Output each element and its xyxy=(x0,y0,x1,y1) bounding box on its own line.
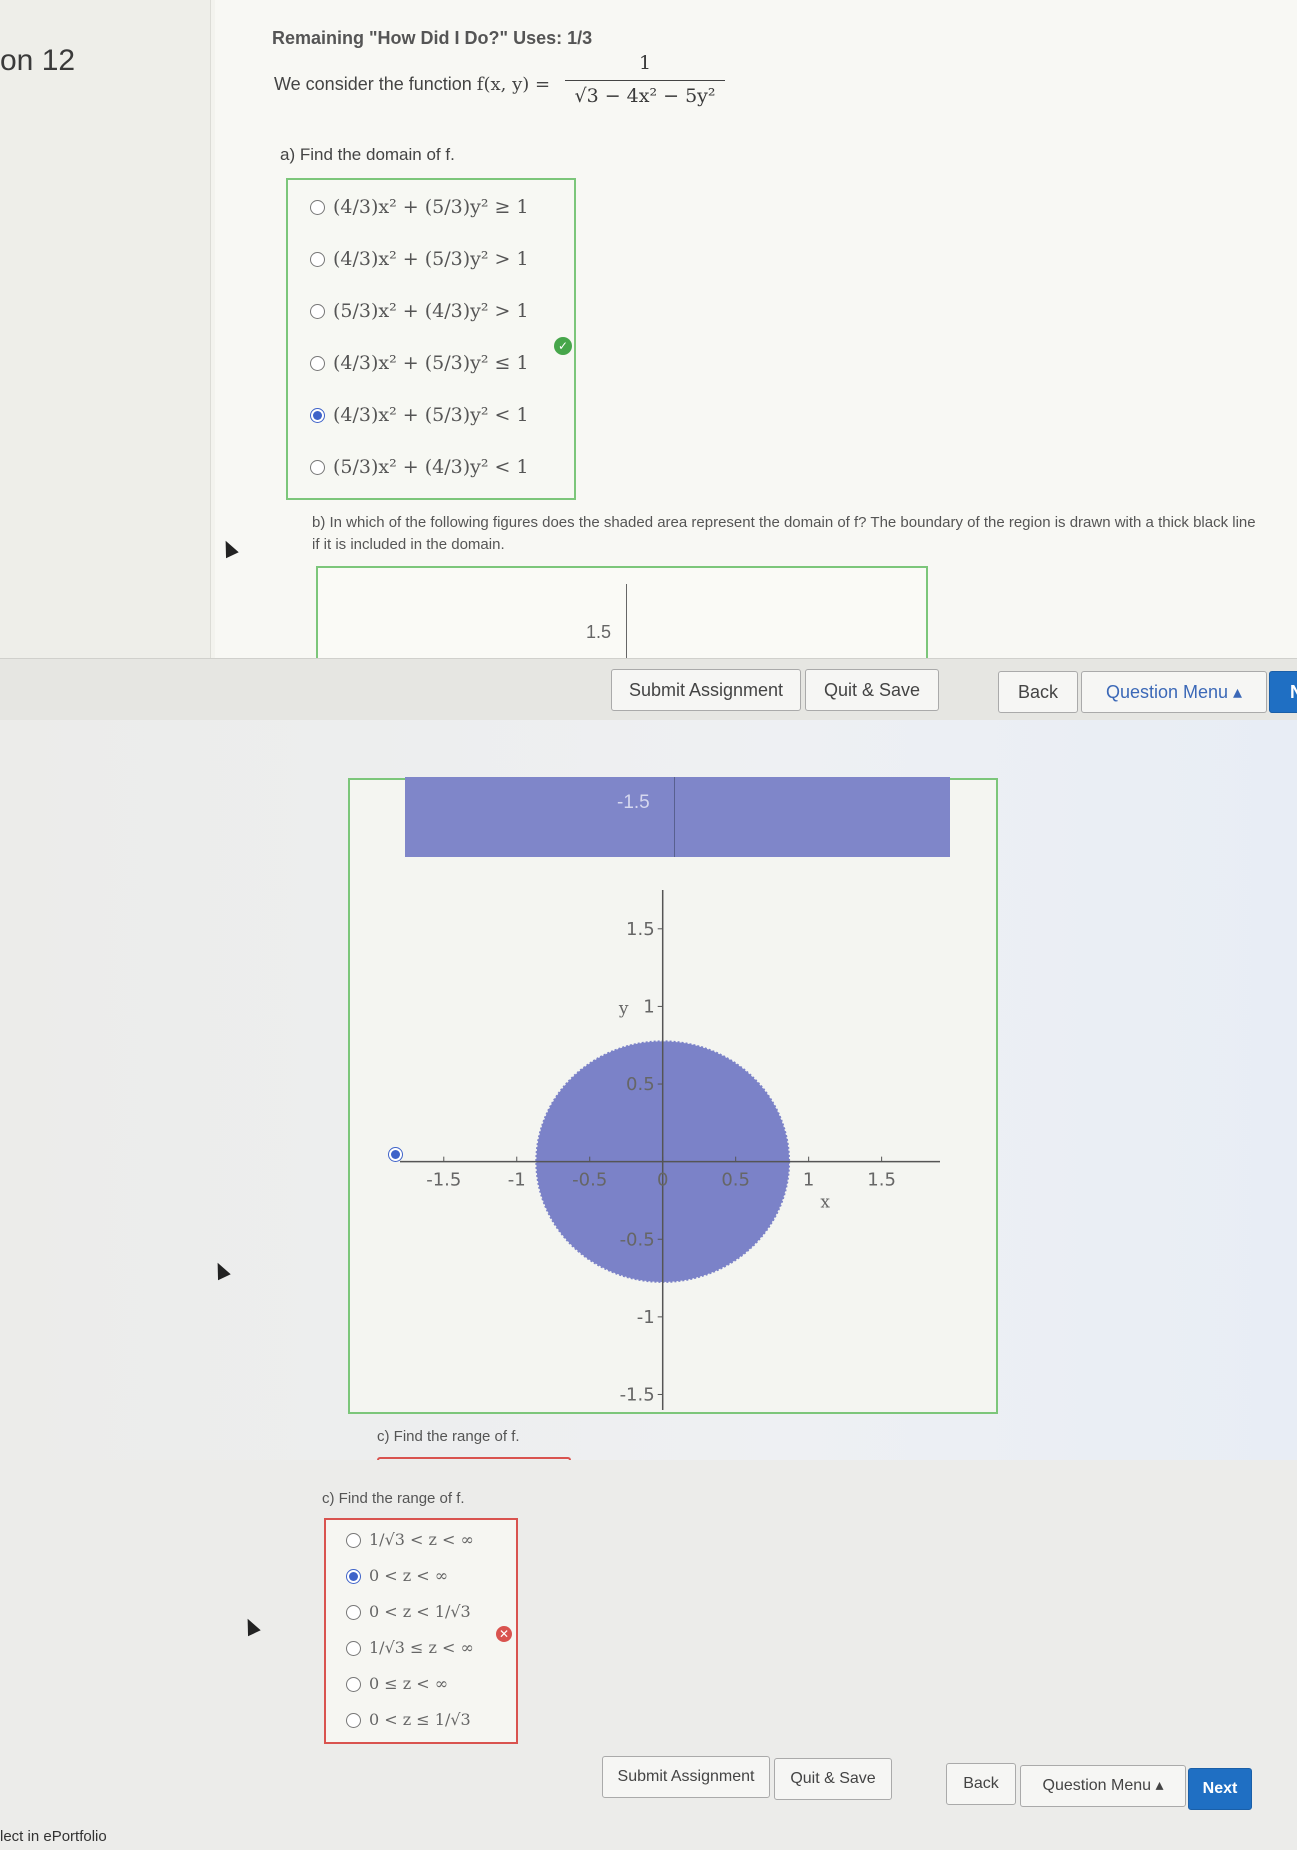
band-y-axis xyxy=(674,777,675,857)
part-c-prompt: c) Find the range of f. xyxy=(322,1490,465,1507)
radio-button[interactable] xyxy=(346,1533,361,1549)
back-button[interactable]: Back xyxy=(946,1763,1016,1805)
radio-button[interactable] xyxy=(310,356,325,372)
left-sidebar: on 12 xyxy=(0,0,211,660)
radio-button[interactable] xyxy=(310,460,325,476)
part-b-prompt: b) In which of the following figures doe… xyxy=(312,514,1256,553)
shaded-band xyxy=(405,777,950,857)
question-menu-button[interactable]: Question Menu ▴ xyxy=(1020,1765,1186,1807)
fraction-denominator: √3 − 4x² − 5y² xyxy=(574,85,716,107)
part-c-option[interactable]: 1/√3 ≤ z < ∞ xyxy=(346,1638,474,1658)
submit-assignment-button[interactable]: Submit Assignment xyxy=(602,1756,770,1798)
part-c-option[interactable]: 0 < z < 1/√3 xyxy=(346,1602,471,1622)
x-tick-label: 0 xyxy=(657,1170,668,1191)
part-a-option[interactable]: (4/3)x² + (5/3)y² > 1 xyxy=(310,248,529,271)
radio-button[interactable] xyxy=(346,1641,361,1657)
y-tick-label: 0.5 xyxy=(626,1074,655,1095)
graph-y-axis xyxy=(626,584,627,660)
radio-button[interactable] xyxy=(346,1713,361,1729)
part-a-answer-box: (4/3)x² + (5/3)y² ≥ 1 (4/3)x² + (5/3)y² … xyxy=(286,178,576,500)
y-tick-label: -0.5 xyxy=(620,1229,655,1250)
x-tick-label: 1.5 xyxy=(867,1170,896,1191)
toolbar: Submit Assignment Quit & Save Back Quest… xyxy=(0,658,1297,722)
radio-button[interactable] xyxy=(346,1605,361,1621)
quit-save-button[interactable]: Quit & Save xyxy=(805,669,939,711)
x-tick-label: 1 xyxy=(803,1170,814,1191)
radio-button[interactable] xyxy=(310,200,325,216)
function-statement: We consider the function f(x, y) = xyxy=(274,74,550,95)
part-c-option[interactable]: 0 < z ≤ 1/√3 xyxy=(346,1710,471,1730)
question-number: on 12 xyxy=(0,44,76,77)
part-a-option-selected[interactable]: (4/3)x² + (5/3)y² < 1 xyxy=(310,404,529,427)
radio-button[interactable] xyxy=(346,1677,361,1693)
y-tick-label: 1 xyxy=(643,996,654,1017)
function-fraction: 1 √3 − 4x² − 5y² xyxy=(565,52,725,107)
part-a-option[interactable]: (5/3)x² + (4/3)y² < 1 xyxy=(310,456,529,479)
part-c-option[interactable]: 1/√3 < z < ∞ xyxy=(346,1530,474,1550)
eportfolio-link[interactable]: lect in ePortfolio xyxy=(0,1828,107,1845)
part-a-option[interactable]: (4/3)x² + (5/3)y² ≥ 1 xyxy=(310,196,529,219)
quit-save-button[interactable]: Quit & Save xyxy=(774,1758,892,1800)
radio-button[interactable] xyxy=(310,304,325,320)
correct-check-icon: ✓ xyxy=(554,337,572,355)
fraction-numerator: 1 xyxy=(638,52,652,74)
y-tick-label: 1.5 xyxy=(626,919,655,940)
y-tick-label: -1.5 xyxy=(620,1384,655,1405)
x-tick-label: -0.5 xyxy=(572,1170,607,1191)
x-axis-label: x xyxy=(820,1193,830,1213)
question-menu-button[interactable]: Question Menu ▴ xyxy=(1081,671,1267,713)
next-button[interactable]: N xyxy=(1269,671,1297,713)
domain-graph: -1.5 -1 -0.5 0 0.5 1 1.5 1.5 1 0.5 -0.5 -1 -1.5 x y xyxy=(400,890,940,1410)
part-a-prompt: a) Find the domain of f. xyxy=(280,145,455,164)
part-b-answer-box xyxy=(316,566,928,662)
incorrect-x-icon: ✕ xyxy=(496,1626,512,1642)
function-lhs: f(x, y) = xyxy=(476,74,551,95)
part-a-option[interactable]: (5/3)x² + (4/3)y² > 1 xyxy=(310,300,529,323)
y-axis-label: y xyxy=(618,999,629,1019)
radio-button[interactable] xyxy=(310,252,325,268)
x-tick-label: -1.5 xyxy=(426,1170,461,1191)
remaining-uses: Remaining "How Did I Do?" Uses: 1/3 xyxy=(272,28,593,48)
part-c-option-selected[interactable]: 0 < z < ∞ xyxy=(346,1566,448,1586)
x-tick-label: 0.5 xyxy=(721,1170,750,1191)
part-c-option[interactable]: 0 ≤ z < ∞ xyxy=(346,1674,448,1694)
next-button[interactable]: Next xyxy=(1188,1768,1252,1810)
part-c-prompt-scrolled: c) Find the range of f. xyxy=(377,1428,520,1445)
y-tick-label: -1 xyxy=(637,1307,655,1328)
radio-button-selected[interactable] xyxy=(310,408,325,424)
band-tick-label: -1.5 xyxy=(617,792,650,813)
part-a-option[interactable]: (4/3)x² + (5/3)y² ≤ 1 xyxy=(310,352,529,375)
back-button[interactable]: Back xyxy=(998,671,1078,713)
y-tick-label: 1.5 xyxy=(586,622,612,642)
x-tick-label: -1 xyxy=(508,1170,526,1191)
top-panel: on 12 Remaining "How Did I Do?" Uses: 1/… xyxy=(0,0,1297,662)
part-c-answer-box: 1/√3 < z < ∞ 0 < z < ∞ 0 < z < 1/√3 1/√3… xyxy=(324,1518,518,1744)
function-lead: We consider the function xyxy=(274,74,472,94)
submit-assignment-button[interactable]: Submit Assignment xyxy=(611,669,801,711)
radio-button-selected[interactable] xyxy=(346,1569,361,1585)
